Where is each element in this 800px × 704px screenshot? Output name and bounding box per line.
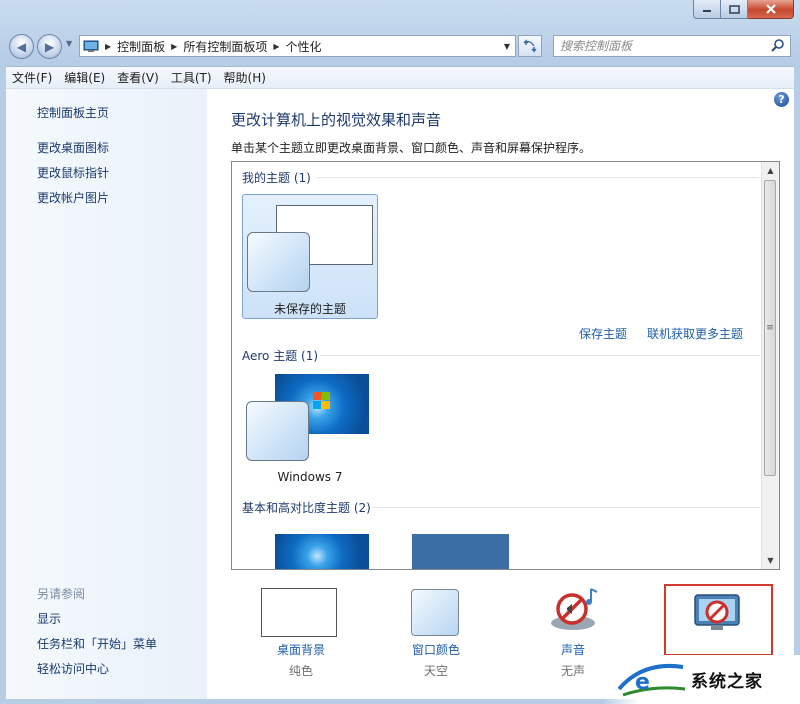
- menu-help[interactable]: 帮助(H): [218, 69, 272, 86]
- theme-preview-glass: [246, 401, 309, 461]
- desktop-background-icon: [261, 588, 337, 637]
- window-color-icon: [411, 589, 459, 636]
- caption-buttons: [693, 0, 794, 19]
- group-aero-themes: Aero 主题 (1): [242, 349, 319, 363]
- minimize-icon: [703, 10, 711, 12]
- sounds-muted-icon: [551, 588, 598, 630]
- address-bar[interactable]: ▶ 控制面板 ▶ 所有控制面板项 ▶ 个性化 ▼: [79, 35, 516, 57]
- maximize-button[interactable]: [721, 0, 748, 19]
- control-panel-icon: [83, 40, 99, 52]
- group-basic-themes: 基本和高对比度主题 (2): [242, 501, 371, 515]
- page-description: 单击某个主题立即更改桌面背景、窗口颜色、声音和屏幕保护程序。: [231, 141, 592, 155]
- address-dropdown-icon[interactable]: ▼: [499, 42, 515, 51]
- menu-file[interactable]: 文件(F): [6, 69, 58, 86]
- theme-list-scrollbar[interactable]: ▲ ≡ ▼: [761, 162, 779, 569]
- recent-pages-dropdown[interactable]: ▼: [66, 39, 72, 48]
- breadcrumb-separator-icon[interactable]: ▶: [273, 42, 279, 51]
- scroll-down-icon[interactable]: ▼: [762, 552, 779, 569]
- theme-windows7-label: Windows 7: [277, 470, 343, 484]
- search-icon[interactable]: [770, 38, 786, 54]
- display-link[interactable]: 显示: [37, 610, 61, 627]
- menu-bar: 文件(F) 编辑(E) 查看(V) 工具(T) 帮助(H): [6, 66, 794, 88]
- group-divider: [372, 507, 759, 508]
- group-my-themes: 我的主题 (1): [242, 171, 311, 185]
- task-pane: 控制面板主页 更改桌面图标 更改鼠标指针 更改帐户图片 另请参阅 显示 任务栏和…: [6, 89, 207, 699]
- save-theme-link[interactable]: 保存主题: [579, 325, 627, 342]
- get-more-themes-link[interactable]: 联机获取更多主题: [647, 325, 743, 342]
- window-color-label: 窗口颜色: [411, 643, 460, 657]
- back-arrow-icon: ◀: [16, 39, 27, 54]
- page-title: 更改计算机上的视觉效果和声音: [231, 111, 442, 129]
- theme-high-contrast-preview[interactable]: [412, 534, 509, 569]
- refresh-button[interactable]: [518, 35, 542, 57]
- back-button[interactable]: ◀: [9, 34, 34, 59]
- window-color-value: 天空: [423, 664, 448, 678]
- menu-view[interactable]: 查看(V): [111, 69, 165, 86]
- scroll-up-icon[interactable]: ▲: [762, 162, 779, 179]
- explorer-window: ◀ ▶ ▼ ▶ 控制面板 ▶ 所有控制面板项 ▶ 个性化 ▼ 搜索控制面板 文件…: [0, 0, 800, 704]
- control-panel-home-link[interactable]: 控制面板主页: [37, 104, 109, 121]
- change-account-picture-link[interactable]: 更改帐户图片: [37, 189, 109, 206]
- search-input[interactable]: [554, 38, 770, 54]
- watermark-text: 系统之家: [691, 672, 763, 692]
- help-icon[interactable]: ?: [774, 92, 789, 107]
- breadcrumb-control-panel[interactable]: 控制面板: [117, 38, 165, 55]
- theme-list: 我的主题 (1) 未保存的主题 保存主题 联机获取更多主题 Aero 主题 (1…: [231, 161, 780, 570]
- theme-basic-preview[interactable]: [275, 534, 369, 569]
- breadcrumb-personalization[interactable]: 个性化: [286, 38, 322, 55]
- breadcrumb-separator-icon[interactable]: ▶: [171, 42, 177, 51]
- forward-button[interactable]: ▶: [37, 34, 62, 59]
- desktop-background-label: 桌面背景: [276, 643, 325, 657]
- ease-of-access-link[interactable]: 轻松访问中心: [37, 660, 109, 677]
- change-mouse-pointers-link[interactable]: 更改鼠标指针: [37, 164, 109, 181]
- watermark-logo-icon: e: [617, 664, 686, 697]
- content-area: 控制面板主页 更改桌面图标 更改鼠标指针 更改帐户图片 另请参阅 显示 任务栏和…: [6, 88, 794, 699]
- group-divider: [320, 355, 759, 356]
- theme-windows7[interactable]: Windows 7: [242, 372, 378, 497]
- menu-tools[interactable]: 工具(T): [165, 69, 218, 86]
- taskbar-start-menu-link[interactable]: 任务栏和「开始」菜单: [37, 635, 157, 652]
- address-row: ◀ ▶ ▼ ▶ 控制面板 ▶ 所有控制面板项 ▶ 个性化 ▼: [0, 30, 800, 60]
- desktop-background-value: 纯色: [288, 664, 313, 678]
- refresh-icon: [523, 39, 537, 53]
- screen-saver-none-icon: [694, 594, 740, 630]
- see-also-heading: 另请参阅: [37, 587, 86, 601]
- close-icon: [765, 4, 776, 14]
- forward-arrow-icon: ▶: [44, 39, 55, 54]
- search-box[interactable]: [553, 35, 791, 57]
- change-desktop-icons-link[interactable]: 更改桌面图标: [37, 139, 109, 156]
- desktop-background-button[interactable]: 桌面背景 纯色: [246, 579, 356, 689]
- group-divider: [316, 177, 759, 178]
- site-watermark: e 系统之家: [603, 655, 800, 704]
- breadcrumb-separator-icon[interactable]: ▶: [105, 42, 111, 51]
- theme-unsaved-label: 未保存的主题: [273, 302, 346, 316]
- theme-preview-glass: [247, 232, 310, 292]
- window-color-button[interactable]: 窗口颜色 天空: [381, 579, 491, 689]
- minimize-button[interactable]: [693, 0, 721, 19]
- menu-edit[interactable]: 编辑(E): [58, 69, 111, 86]
- theme-unsaved[interactable]: 未保存的主题: [242, 194, 378, 319]
- close-button[interactable]: [748, 0, 794, 19]
- scroll-thumb[interactable]: ≡: [764, 180, 776, 476]
- maximize-icon: [728, 4, 740, 14]
- svg-text:e: e: [635, 670, 650, 695]
- breadcrumb-all-items[interactable]: 所有控制面板项: [183, 38, 267, 55]
